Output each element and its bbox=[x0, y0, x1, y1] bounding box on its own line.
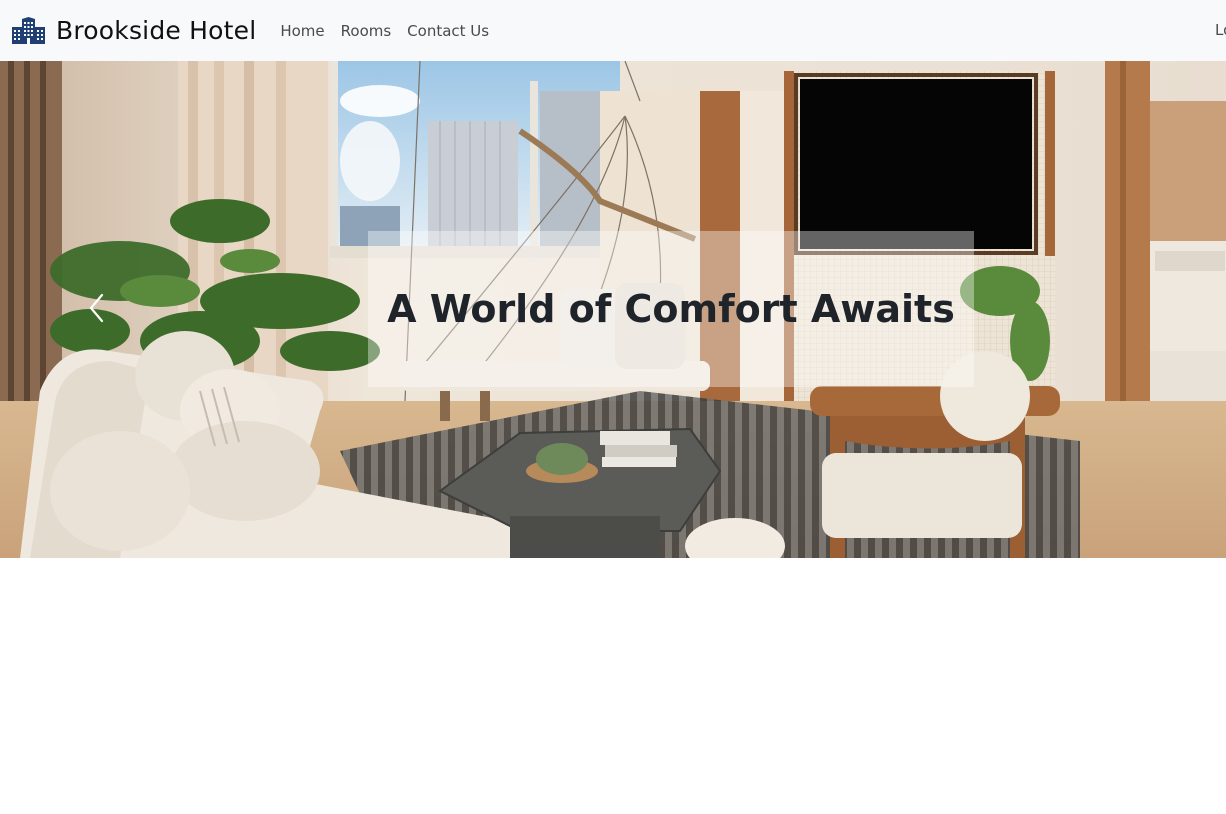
brand-link[interactable]: Brookside Hotel bbox=[11, 16, 256, 45]
nav-links: Home Rooms Contact Us bbox=[280, 22, 505, 40]
nav-contact-us[interactable]: Contact Us bbox=[407, 22, 489, 40]
hero-carousel: A World of Comfort Awaits bbox=[0, 61, 1226, 558]
nav-home[interactable]: Home bbox=[280, 22, 324, 40]
hero-caption: A World of Comfort Awaits bbox=[387, 287, 955, 331]
navbar: Brookside Hotel Home Rooms Contact Us Lo bbox=[0, 0, 1226, 61]
nav-login-link[interactable]: Lo bbox=[1215, 21, 1226, 39]
brand-name: Brookside Hotel bbox=[56, 16, 257, 45]
hero-caption-box: A World of Comfort Awaits bbox=[368, 231, 974, 387]
hotel-building-icon bbox=[12, 16, 45, 44]
nav-rooms[interactable]: Rooms bbox=[341, 22, 392, 40]
chevron-left-icon[interactable] bbox=[84, 291, 110, 325]
